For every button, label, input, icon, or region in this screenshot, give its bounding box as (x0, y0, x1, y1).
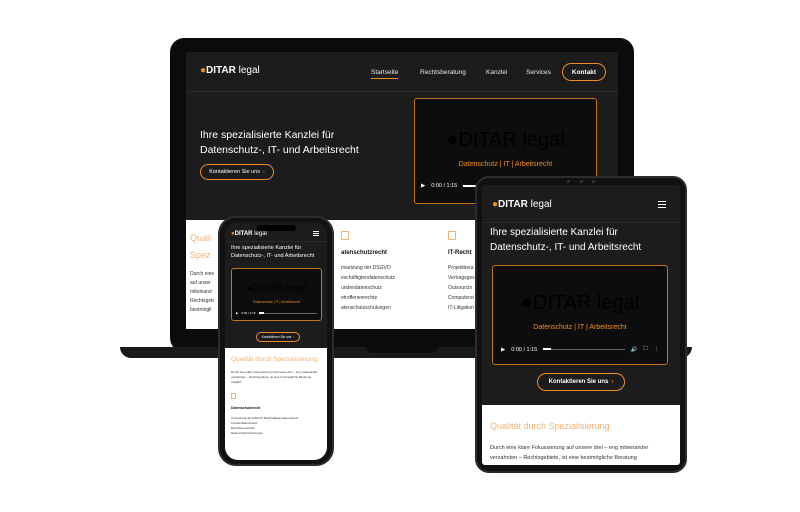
hero-title: Ihre spezialisierte Kanzlei für Datensch… (490, 227, 642, 253)
shield-icon (231, 393, 236, 399)
site-logo[interactable]: ● DITAR legal (200, 65, 260, 76)
hamburger-menu-icon[interactable] (658, 201, 666, 208)
play-icon[interactable]: ▶ (236, 311, 238, 315)
tablet-camera (567, 180, 595, 183)
section-heading-fragment-2: Spez (190, 250, 211, 260)
video-logo: ● DITAR legal (246, 283, 307, 294)
nav-item-services[interactable]: Services (526, 69, 551, 76)
video-subtitle: Datenschutz | IT | Arbeitsrecht (458, 161, 553, 168)
contact-cta-button[interactable]: Kontaktieren Sie uns › (537, 373, 625, 391)
video-logo: ● DITAR legal (446, 129, 565, 151)
volume-icon[interactable]: 🔊 (631, 347, 638, 353)
laptop-hinge-notch (366, 347, 438, 353)
video-controls: ▶ 0:00 / 1:15 🔊 ⛶ ⋮ (493, 346, 667, 353)
video-time: 0:00 / 1:15 (511, 346, 538, 353)
column-head-it-recht: IT-Recht (448, 250, 472, 256)
column-list-datenschutz: msetzung der DSGVO eschäftigtendatenschu… (341, 265, 395, 311)
shield-icon (341, 231, 349, 240)
section-heading-fragment-1: Quali (190, 233, 212, 243)
hamburger-menu-icon[interactable] (313, 231, 319, 236)
site-logo[interactable]: ● DITAR legal (231, 231, 267, 237)
video-time: 0:00 / 1:15 (431, 183, 458, 189)
chevron-right-icon: › (611, 379, 614, 385)
laptop-icon (448, 231, 456, 240)
section-heading: Qualität durch Spezialisierung (490, 421, 610, 431)
device-mockup-stage: ● DITAR legal Startseite Rechtsberatung K… (0, 0, 800, 512)
tablet-specialization-section: Qualität durch Spezialisierung Durch ein… (482, 405, 680, 465)
phone-screen: ● DITAR legal Ihre spezialisierte Kanzlei… (225, 222, 327, 460)
column-list-it-recht: Projektbera Vertragsges Outsourcin Compu… (448, 265, 475, 311)
tablet-navbar: ● DITAR legal (482, 185, 680, 223)
video-subtitle: Datenschutz | IT | Arbeitsrecht (533, 324, 627, 331)
more-options-icon[interactable]: ⋮ (654, 347, 660, 353)
phone-specialization-section: Qualität durch Spezialisierung Durch ein… (225, 348, 327, 460)
hero-title: Ihre spezialisierte Kanzlei für Datensch… (231, 245, 315, 259)
contact-cta-label: Kontaktieren Sie uns (261, 335, 292, 339)
intro-video-player[interactable]: ● DITAR legal Datenschutz | IT | Arbeitsr… (231, 268, 322, 321)
video-logo: ● DITAR legal (520, 292, 640, 314)
chevron-right-icon: › (262, 169, 265, 175)
list-head: Datenschutzrecht (231, 406, 261, 410)
laptop-navbar: ● DITAR legal Startseite Rechtsberatung K… (186, 52, 618, 92)
site-logo[interactable]: ● DITAR legal (492, 199, 552, 210)
video-time: 0:00 / 1:15 (241, 311, 256, 315)
section-text: Durch eine klare Fokussierung auf unsere… (231, 370, 318, 384)
nav-item-rechtsberatung[interactable]: Rechtsberatung (420, 69, 466, 76)
play-icon[interactable]: ▶ (421, 183, 425, 189)
nav-item-kanzlei[interactable]: Kanzlei (486, 69, 507, 76)
hero-title: Ihre spezialisierte Kanzlei für Datensch… (200, 129, 359, 156)
section-text-fragment: Durch eine auf unser miteinand Rechtsgeb… (190, 271, 215, 313)
tablet-screen: ● DITAR legal Ihre spezialisierte Kanzlei… (482, 185, 680, 465)
kontakt-button[interactable]: Kontakt (562, 63, 606, 81)
column-head-datenschutz: atenschutzrecht (341, 250, 388, 256)
intro-video-player[interactable]: ● DITAR legal Datenschutz | IT | Arbeitsr… (492, 265, 668, 365)
service-list: Umsetzung der DSGVO Beschäftigtendatensc… (231, 416, 299, 435)
section-heading: Qualität durch Spezialisierung (231, 356, 318, 363)
contact-cta-label: Kontaktieren Sie uns (209, 169, 260, 175)
phone-dynamic-island (256, 225, 296, 231)
fullscreen-icon[interactable]: ⛶ (644, 346, 648, 353)
video-progress-bar[interactable] (543, 348, 625, 350)
video-subtitle: Datenschutz | IT | Arbeitsrecht (253, 300, 300, 304)
play-icon[interactable]: ▶ (501, 347, 505, 353)
video-controls: ▶ 0:00 / 1:15 (232, 311, 321, 315)
contact-cta-label: Kontaktieren Sie uns (548, 379, 609, 385)
nav-item-startseite[interactable]: Startseite (371, 69, 399, 79)
section-text: Durch eine klare Fokussierung auf unsere… (490, 445, 649, 461)
video-progress-bar[interactable] (258, 311, 317, 314)
chevron-right-icon: › (293, 335, 295, 339)
contact-cta-button[interactable]: Kontaktieren Sie uns › (256, 332, 300, 342)
contact-cta-button[interactable]: Kontaktieren Sie uns › (200, 164, 274, 180)
